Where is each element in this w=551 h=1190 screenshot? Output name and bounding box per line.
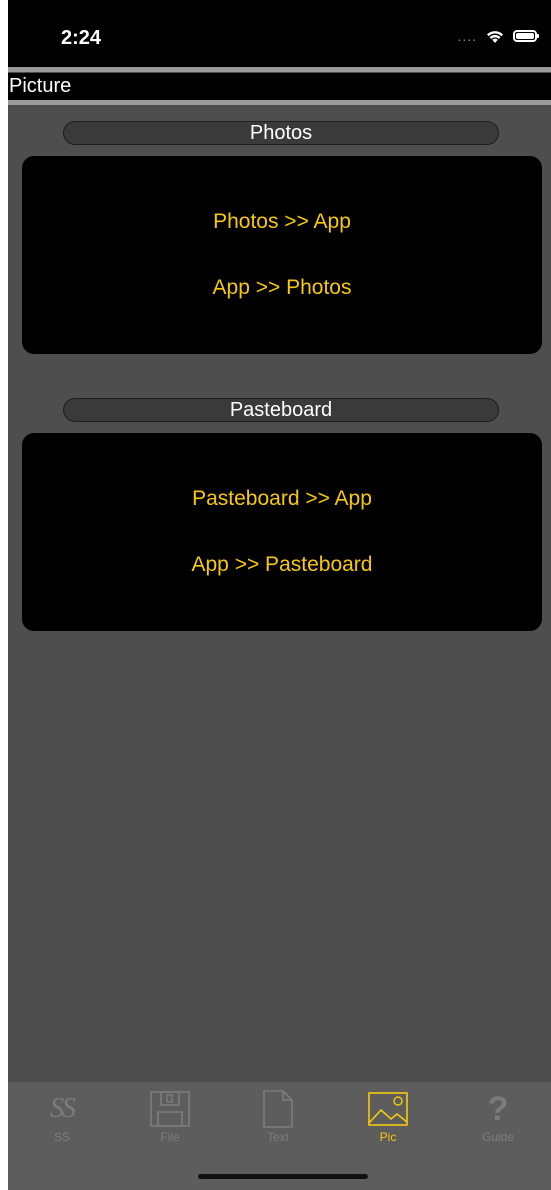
section-header-photos: Photos	[63, 121, 499, 145]
tab-text[interactable]: Text	[224, 1090, 332, 1150]
tab-label-guide: Guide	[481, 1130, 515, 1144]
tab-guide[interactable]: ? Guide	[444, 1090, 551, 1150]
wifi-icon	[487, 30, 503, 43]
status-time: 2:24	[61, 27, 102, 49]
divider	[8, 100, 551, 105]
tab-label-pic: Pic	[379, 1130, 397, 1144]
title-bar: Picture	[8, 73, 551, 100]
document-icon	[263, 1090, 293, 1128]
tab-label-ss: SS	[53, 1130, 70, 1144]
status-bar: 2:24 ....	[8, 0, 551, 67]
tab-pic[interactable]: Pic	[334, 1090, 442, 1150]
divider	[8, 67, 551, 72]
ss-icon: SS	[50, 1093, 76, 1124]
battery-icon	[513, 30, 539, 42]
app-to-photos-button[interactable]: App >> Photos	[22, 276, 542, 300]
app-screen: 2:24 .... Picture Photos Photos >> App A…	[8, 0, 551, 1190]
tab-label-file: File	[160, 1130, 180, 1144]
tab-file[interactable]: File	[116, 1090, 224, 1150]
tab-label-text: Text	[266, 1130, 289, 1144]
photos-panel: Photos >> App App >> Photos	[22, 156, 542, 354]
pasteboard-panel: Pasteboard >> App App >> Pasteboard	[22, 433, 542, 631]
picture-icon	[368, 1092, 408, 1126]
photos-to-app-button[interactable]: Photos >> App	[22, 210, 542, 234]
page-title: Picture	[9, 75, 72, 97]
home-indicator	[198, 1174, 368, 1179]
status-indicators: ....	[457, 28, 539, 44]
floppy-disk-icon	[150, 1091, 190, 1127]
pasteboard-to-app-button[interactable]: Pasteboard >> App	[22, 487, 542, 511]
section-header-pasteboard: Pasteboard	[63, 398, 499, 422]
question-mark-icon: ?	[487, 1090, 509, 1128]
app-to-pasteboard-button[interactable]: App >> Pasteboard	[22, 553, 542, 577]
battery-level	[516, 33, 534, 39]
signal-icon: ....	[457, 28, 477, 44]
tab-ss[interactable]: SS SS	[8, 1090, 116, 1150]
